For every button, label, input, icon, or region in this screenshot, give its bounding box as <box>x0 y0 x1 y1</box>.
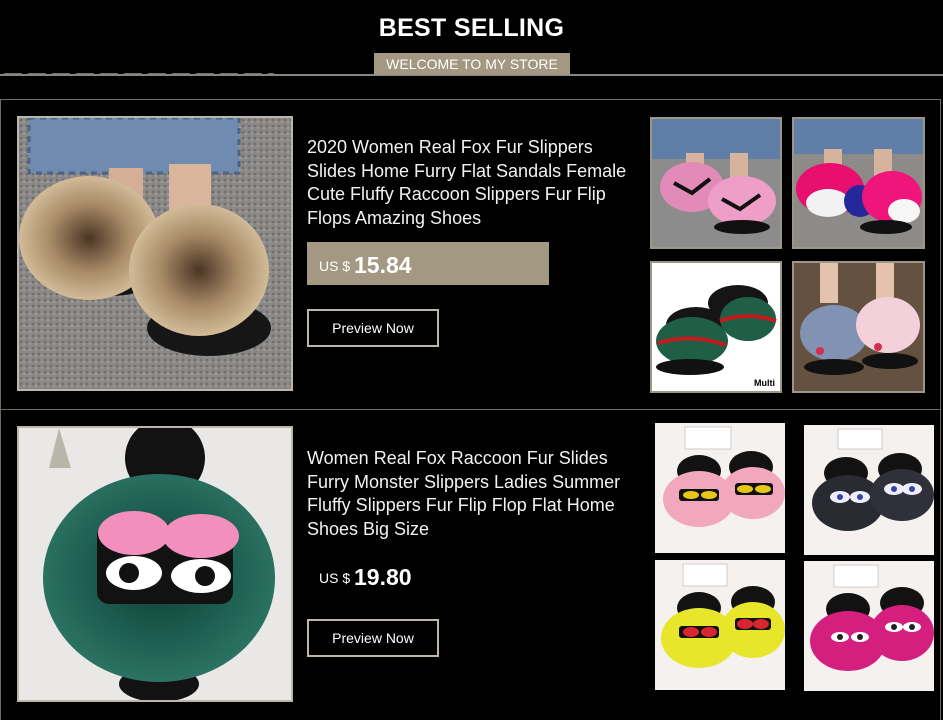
product-thumbnail[interactable]: Multi <box>650 261 782 393</box>
product-main-image[interactable] <box>17 116 293 391</box>
product-title[interactable]: Women Real Fox Raccoon Fur Slides Furry … <box>307 447 641 541</box>
product-thumbnail[interactable] <box>650 117 782 249</box>
product-thumbnail[interactable] <box>792 261 925 393</box>
preview-now-button[interactable]: Preview Now <box>307 619 439 657</box>
product-thumbnail[interactable] <box>792 117 925 249</box>
product-card: 2020 Women Real Fox Fur Slippers Slides … <box>0 99 941 410</box>
store-header: BEST SELLING WELCOME TO MY STORE <box>0 0 943 100</box>
product-title[interactable]: 2020 Women Real Fox Fur Slippers Slides … <box>307 136 641 230</box>
thumbnail-label: Multi <box>754 378 775 388</box>
product-main-image[interactable] <box>17 426 293 702</box>
page-title: BEST SELLING <box>378 14 565 42</box>
welcome-banner: WELCOME TO MY STORE <box>374 53 570 75</box>
product-thumbnail[interactable] <box>804 425 934 555</box>
product-card: Women Real Fox Raccoon Fur Slides Furry … <box>0 409 941 720</box>
product-thumbnail[interactable] <box>655 423 785 553</box>
price-value: 15.84 <box>354 252 412 278</box>
product-thumbnail[interactable] <box>804 561 934 691</box>
price-box: US $ 15.84 <box>307 242 549 285</box>
price-value: 19.80 <box>354 564 412 590</box>
currency-label: US $ <box>319 570 351 586</box>
price-box: US $ 19.80 <box>307 554 549 597</box>
currency-label: US $ <box>319 258 351 274</box>
preview-now-button[interactable]: Preview Now <box>307 309 439 347</box>
product-thumbnail[interactable] <box>655 560 785 690</box>
